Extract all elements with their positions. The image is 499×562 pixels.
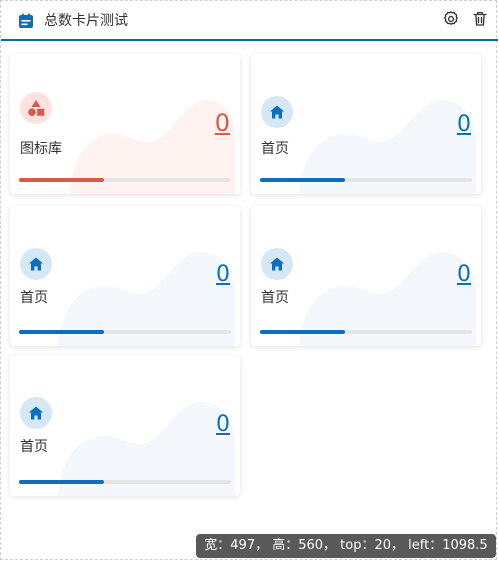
stat-card[interactable]: 首页 0 xyxy=(10,356,240,496)
card-label: 首页 xyxy=(20,439,48,455)
progress-fill xyxy=(260,330,345,334)
trash-icon xyxy=(473,11,487,26)
panel-title: 总数卡片测试 xyxy=(44,13,128,29)
card-value[interactable]: 0 xyxy=(457,112,471,138)
home-icon xyxy=(29,257,43,271)
shapes-icon xyxy=(28,100,45,116)
calendar-icon xyxy=(18,13,34,29)
home-icon xyxy=(270,257,284,271)
stat-card[interactable]: 首页 0 xyxy=(10,206,240,346)
progress-fill xyxy=(19,330,104,334)
card-icon-badge xyxy=(261,96,293,128)
card-icon-badge xyxy=(261,248,293,280)
progress-fill xyxy=(260,178,345,182)
card-value[interactable]: 0 xyxy=(457,262,471,288)
card-icon-badge xyxy=(20,397,52,429)
progress-track xyxy=(260,178,472,182)
stat-card[interactable]: 首页 0 xyxy=(251,54,481,194)
home-icon xyxy=(29,406,43,420)
progress-track xyxy=(19,178,231,182)
card-icon-badge xyxy=(20,248,52,280)
card-value[interactable]: 0 xyxy=(215,110,230,136)
delete-button[interactable] xyxy=(471,10,489,28)
wave-decoration xyxy=(70,99,235,194)
progress-track xyxy=(260,330,472,334)
progress-track xyxy=(19,480,231,484)
card-label: 图标库 xyxy=(20,141,62,157)
card-value[interactable]: 0 xyxy=(216,412,230,438)
stat-card[interactable]: 首页 0 xyxy=(251,206,481,346)
progress-fill xyxy=(19,480,104,484)
card-label: 首页 xyxy=(20,290,48,306)
home-icon xyxy=(270,105,284,119)
widget-panel: 总数卡片测试 图标库 0 首页 0 首页 0 首页 0 首页 0 xyxy=(0,0,498,560)
progress-fill xyxy=(19,178,104,182)
dimension-tooltip: 宽：497， 高：560， top：20， left：1098.5 xyxy=(196,534,496,558)
card-icon-badge xyxy=(20,92,52,124)
stat-card[interactable]: 图标库 0 xyxy=(10,54,240,194)
progress-track xyxy=(19,330,231,334)
card-label: 首页 xyxy=(261,290,289,306)
card-label: 首页 xyxy=(261,141,289,157)
settings-button[interactable] xyxy=(442,10,460,28)
gear-icon xyxy=(444,11,458,25)
panel-header: 总数卡片测试 xyxy=(1,1,498,41)
card-value[interactable]: 0 xyxy=(216,262,230,288)
